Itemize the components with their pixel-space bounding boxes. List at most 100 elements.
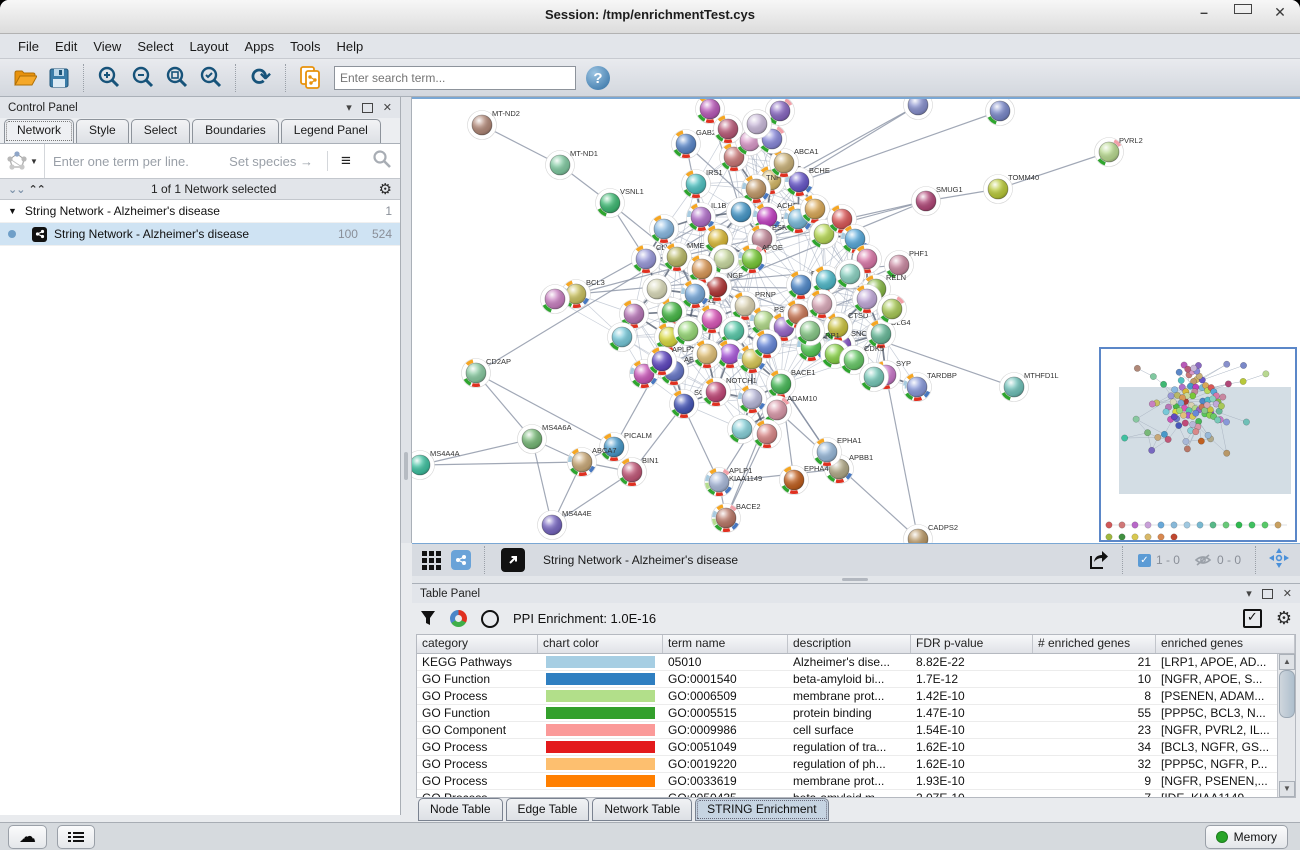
vertical-splitter[interactable] bbox=[401, 97, 412, 543]
ring-chart-icon[interactable] bbox=[481, 610, 499, 628]
panel-menu-icon[interactable]: ▾ bbox=[346, 101, 352, 114]
memory-button[interactable]: Memory bbox=[1205, 825, 1288, 849]
network-node[interactable] bbox=[688, 255, 717, 284]
table-row[interactable]: GO ProcessGO:0050435beta-amyloid m...2.0… bbox=[417, 790, 1278, 797]
scroll-up-arrow[interactable]: ▲ bbox=[1279, 654, 1295, 670]
network-node[interactable]: EPHA4 bbox=[780, 464, 829, 495]
network-node[interactable]: BIN1 bbox=[618, 456, 659, 487]
network-node[interactable]: CADPS2 bbox=[904, 523, 959, 543]
network-node[interactable] bbox=[808, 290, 837, 319]
network-node[interactable]: MT-ND2 bbox=[468, 109, 520, 140]
view-grid-icon[interactable] bbox=[422, 551, 441, 570]
table-scrollbar[interactable]: ▲ ▼ bbox=[1277, 654, 1295, 797]
menu-tools[interactable]: Tools bbox=[282, 39, 328, 54]
network-node[interactable]: VSNL1 bbox=[596, 187, 644, 218]
menu-view[interactable]: View bbox=[85, 39, 129, 54]
horizontal-splitter[interactable] bbox=[412, 576, 1300, 583]
table-row[interactable]: GO ProcessGO:0006509membrane prot...1.42… bbox=[417, 688, 1278, 705]
tab-boundaries[interactable]: Boundaries bbox=[192, 119, 279, 143]
menu-layout[interactable]: Layout bbox=[181, 39, 236, 54]
search-input[interactable] bbox=[334, 66, 576, 90]
close-button[interactable]: ✕ bbox=[1272, 4, 1288, 21]
network-node[interactable]: MS4A4E bbox=[538, 509, 592, 540]
enrichment-chart-icon[interactable] bbox=[450, 610, 467, 627]
panel-float-icon[interactable] bbox=[362, 103, 373, 113]
network-node[interactable] bbox=[860, 363, 889, 392]
network-node[interactable]: GAB2 bbox=[672, 128, 717, 159]
network-node[interactable] bbox=[650, 215, 679, 244]
network-node[interactable]: MS4A6A bbox=[518, 423, 572, 454]
menu-apps[interactable]: Apps bbox=[237, 39, 283, 54]
menu-help[interactable]: Help bbox=[329, 39, 372, 54]
network-node[interactable]: MTHFD1L bbox=[1000, 371, 1059, 402]
string-search-button[interactable] bbox=[364, 149, 400, 174]
tab-legend-panel[interactable]: Legend Panel bbox=[281, 119, 381, 143]
h-splitter-handle[interactable] bbox=[842, 578, 868, 581]
network-node[interactable]: APLP1KIAA1149 bbox=[705, 466, 763, 497]
zoom-out-button[interactable] bbox=[127, 63, 159, 93]
string-database-selector[interactable]: ▼ bbox=[0, 144, 45, 178]
minimize-button[interactable]: – bbox=[1196, 4, 1212, 21]
table-row[interactable]: GO ProcessGO:0019220regulation of ph...1… bbox=[417, 756, 1278, 773]
network-node[interactable] bbox=[753, 420, 782, 449]
filter-icon[interactable] bbox=[420, 610, 436, 627]
clone-network-button[interactable] bbox=[295, 63, 327, 93]
network-node[interactable] bbox=[743, 110, 772, 139]
collapse-all-icon[interactable]: ⌄⌄ bbox=[8, 183, 24, 196]
network-node[interactable] bbox=[727, 198, 756, 227]
cloud-tasks-button[interactable]: ☁ bbox=[8, 825, 47, 849]
network-node[interactable] bbox=[753, 330, 782, 359]
table-row[interactable]: KEGG Pathways05010Alzheimer's dise...8.8… bbox=[417, 654, 1278, 671]
network-node[interactable]: TARDBP bbox=[903, 371, 957, 402]
export-network-button[interactable] bbox=[1082, 545, 1114, 575]
detach-view-button[interactable] bbox=[501, 548, 525, 572]
string-options-button[interactable]: ≡ bbox=[327, 151, 364, 171]
zoom-selected-button[interactable] bbox=[195, 63, 227, 93]
network-node[interactable] bbox=[643, 275, 672, 304]
col-fdr[interactable]: FDR p-value bbox=[911, 635, 1033, 653]
network-node[interactable]: CD2AP bbox=[462, 357, 512, 388]
panel-close-icon[interactable]: ✕ bbox=[383, 101, 392, 114]
network-node[interactable] bbox=[714, 115, 743, 144]
col-description[interactable]: description bbox=[788, 635, 911, 653]
col-chart-color[interactable]: chart color bbox=[538, 635, 663, 653]
tab-select[interactable]: Select bbox=[131, 119, 190, 143]
splitter-handle[interactable] bbox=[404, 452, 408, 480]
table-panel-menu-icon[interactable]: ▾ bbox=[1246, 587, 1252, 600]
network-node[interactable] bbox=[836, 260, 865, 289]
network-node[interactable] bbox=[853, 285, 882, 314]
network-node[interactable]: ABCA7 bbox=[568, 446, 617, 477]
menu-file[interactable]: File bbox=[10, 39, 47, 54]
network-node[interactable] bbox=[986, 99, 1015, 126]
expand-all-icon[interactable]: ⌃⌃ bbox=[28, 183, 44, 196]
network-view[interactable]: MT-ND2MT-ND1VSNL1GAB2ADAMTS2PVRL2TOMM40S… bbox=[412, 97, 1300, 543]
refresh-button[interactable]: ⟳ bbox=[245, 63, 277, 93]
network-node[interactable] bbox=[796, 317, 825, 346]
network-node[interactable]: SMUG1 bbox=[912, 185, 963, 216]
network-node[interactable]: BACE2 bbox=[712, 502, 761, 533]
tab-edge-table[interactable]: Edge Table bbox=[506, 798, 590, 821]
select-columns-icon[interactable]: ✓ bbox=[1243, 609, 1262, 628]
network-node[interactable]: APOE bbox=[738, 243, 783, 274]
table-panel-close-icon[interactable]: ✕ bbox=[1283, 587, 1292, 600]
string-term-input[interactable]: Enter one term per line. Set species → bbox=[45, 154, 327, 169]
network-node[interactable] bbox=[693, 340, 722, 369]
network-node[interactable]: PVRL2 bbox=[1095, 136, 1143, 167]
scrollbar-thumb[interactable] bbox=[1279, 670, 1295, 718]
table-row[interactable]: GO FunctionGO:0001540beta-amyloid bi...1… bbox=[417, 671, 1278, 688]
network-list-gear-icon[interactable]: ⚙ bbox=[379, 180, 392, 198]
string-view-icon[interactable] bbox=[451, 550, 471, 570]
col-genes[interactable]: enriched genes bbox=[1156, 635, 1295, 653]
zoom-in-button[interactable] bbox=[93, 63, 125, 93]
col-category[interactable]: category bbox=[417, 635, 538, 653]
tab-network-table[interactable]: Network Table bbox=[592, 798, 692, 821]
table-row[interactable]: GO ProcessGO:0033619membrane prot...1.93… bbox=[417, 773, 1278, 790]
maximize-button[interactable] bbox=[1234, 4, 1250, 21]
table-panel-float-icon[interactable] bbox=[1262, 589, 1273, 599]
task-history-button[interactable] bbox=[57, 825, 95, 849]
network-node[interactable] bbox=[878, 295, 907, 324]
network-collection-row[interactable]: ▼ String Network - Alzheimer's disease 1 bbox=[0, 200, 400, 223]
selected-checkbox-icon[interactable]: ✓ bbox=[1138, 554, 1151, 567]
tab-network[interactable]: Network bbox=[4, 119, 74, 143]
network-node[interactable]: ADAMTS2 bbox=[904, 99, 964, 120]
